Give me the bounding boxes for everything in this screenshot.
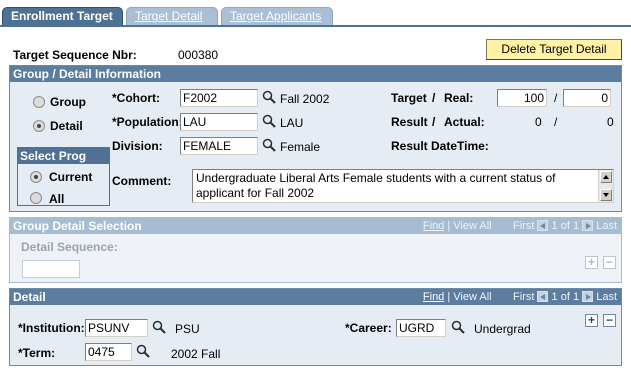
division-label: Division: bbox=[112, 139, 163, 153]
nav-bar: | bbox=[447, 291, 451, 303]
target-seq-label: Target Sequence Nbr: bbox=[13, 48, 137, 62]
detail-title: Detail bbox=[13, 290, 46, 304]
group-detail-selection-title: Group Detail Selection bbox=[13, 219, 142, 233]
first-label: First bbox=[513, 291, 535, 303]
comment-scrollbar[interactable] bbox=[598, 170, 613, 202]
career-label: *Career: bbox=[345, 321, 392, 335]
target-real-sep: / bbox=[554, 91, 558, 105]
cohort-desc: Fall 2002 bbox=[280, 92, 330, 106]
find-link[interactable]: Find bbox=[423, 220, 444, 232]
detail-nav: Find | View All First 1 of 1 Last bbox=[423, 289, 617, 305]
population-lookup-icon[interactable] bbox=[262, 114, 276, 128]
scroll-up-icon[interactable] bbox=[600, 171, 612, 183]
group-detail-info-body: Group Detail Select Prog Current All *Co… bbox=[10, 82, 621, 211]
scroll-down-icon[interactable] bbox=[600, 189, 612, 201]
population-desc: LAU bbox=[280, 116, 304, 130]
target-real-input-2[interactable]: 0 bbox=[563, 89, 611, 107]
target-seq-value: 000380 bbox=[178, 48, 219, 62]
division-input[interactable]: FEMALE bbox=[180, 137, 258, 155]
radio-current[interactable] bbox=[30, 171, 42, 183]
detail-body: *Institution: PSUNV PSU *Career: UGRD Un… bbox=[10, 305, 621, 365]
result-sep: / bbox=[432, 115, 436, 129]
term-input[interactable]: 0475 bbox=[85, 343, 132, 361]
group-detail-info-section: Group / Detail Information Group Detail … bbox=[9, 65, 622, 212]
career-lookup-icon[interactable] bbox=[451, 320, 465, 334]
last-label: Last bbox=[596, 291, 617, 303]
target-sep: / bbox=[432, 91, 436, 105]
select-prog-title: Select Prog bbox=[18, 148, 109, 164]
add-row-icon[interactable]: + bbox=[585, 256, 598, 269]
institution-desc: PSU bbox=[175, 322, 200, 336]
group-detail-selection-header: Group Detail Selection Find | View All F… bbox=[10, 218, 621, 234]
radio-all[interactable] bbox=[30, 192, 42, 204]
view-all-link[interactable]: View All bbox=[453, 291, 491, 303]
prev-arrow-icon[interactable] bbox=[537, 220, 549, 231]
select-prog-box: Select Prog Current All bbox=[17, 147, 110, 206]
population-label: *Population: bbox=[112, 115, 183, 129]
actual-label: Actual: bbox=[444, 115, 485, 129]
first-label: First bbox=[513, 220, 535, 232]
add-detail-icon[interactable]: + bbox=[585, 314, 598, 327]
detail-header: Detail Find | View All First 1 of 1 Last bbox=[10, 289, 621, 305]
term-lookup-icon[interactable] bbox=[136, 344, 150, 358]
prev-arrow-icon[interactable] bbox=[537, 291, 549, 302]
nav-bar: | bbox=[447, 220, 451, 232]
detail-section: Detail Find | View All First 1 of 1 Last… bbox=[9, 288, 622, 366]
group-detail-selection-section: Group Detail Selection Find | View All F… bbox=[9, 217, 622, 283]
tab-target-applicants[interactable]: Target Applicants bbox=[221, 7, 333, 25]
target-label: Target bbox=[391, 91, 427, 105]
group-detail-info-header: Group / Detail Information bbox=[10, 66, 621, 82]
delete-target-detail-button[interactable]: Delete Target Detail bbox=[486, 39, 622, 60]
target-real-input[interactable]: 100 bbox=[497, 89, 547, 107]
row-count: 1 of 1 bbox=[551, 220, 580, 232]
career-desc: Undergrad bbox=[474, 322, 531, 336]
real-label: Real: bbox=[444, 91, 474, 105]
term-desc: 2002 Fall bbox=[171, 347, 221, 361]
division-lookup-icon[interactable] bbox=[262, 138, 276, 152]
result-label: Result bbox=[391, 115, 428, 129]
cohort-label: *Cohort: bbox=[112, 91, 160, 105]
radio-detail[interactable] bbox=[33, 120, 45, 132]
comment-textarea[interactable]: Undergraduate Liberal Arts Female studen… bbox=[192, 169, 614, 203]
institution-input[interactable]: PSUNV bbox=[85, 319, 148, 337]
cohort-input[interactable]: F2002 bbox=[180, 89, 258, 107]
comment-text: Undergraduate Liberal Arts Female studen… bbox=[196, 171, 556, 200]
institution-lookup-icon[interactable] bbox=[152, 320, 166, 334]
row-count: 1 of 1 bbox=[551, 291, 580, 303]
division-desc: Female bbox=[280, 140, 321, 154]
comment-label: Comment: bbox=[112, 174, 172, 188]
result-actual-1: 0 bbox=[535, 115, 542, 129]
result-actual-sep: / bbox=[554, 115, 558, 129]
next-arrow-icon[interactable] bbox=[582, 291, 594, 302]
last-label: Last bbox=[596, 220, 617, 232]
group-detail-selection-body: Detail Sequence: + − bbox=[10, 234, 621, 282]
delete-row-icon[interactable]: − bbox=[603, 256, 616, 269]
detail-sequence-label: Detail Sequence: bbox=[21, 240, 118, 254]
detail-sequence-input[interactable] bbox=[22, 260, 80, 278]
tab-underline bbox=[0, 25, 631, 27]
delete-detail-icon[interactable]: − bbox=[603, 314, 616, 327]
career-input[interactable]: UGRD bbox=[396, 319, 446, 337]
population-input[interactable]: LAU bbox=[180, 113, 258, 131]
group-detail-nav: Find | View All First 1 of 1 Last bbox=[423, 218, 617, 234]
radio-all-label: All bbox=[49, 192, 65, 206]
view-all-link[interactable]: View All bbox=[453, 220, 491, 232]
institution-label: *Institution: bbox=[18, 321, 85, 335]
term-label: *Term: bbox=[18, 346, 56, 360]
radio-detail-label: Detail bbox=[50, 119, 83, 133]
radio-group[interactable] bbox=[33, 96, 45, 108]
result-datetime-label: Result DateTime: bbox=[391, 139, 489, 153]
tab-enrollment-target[interactable]: Enrollment Target bbox=[2, 7, 123, 26]
radio-group-label: Group bbox=[50, 95, 86, 109]
next-arrow-icon[interactable] bbox=[582, 220, 594, 231]
tab-target-detail[interactable]: Target Detail bbox=[126, 7, 218, 25]
find-link[interactable]: Find bbox=[423, 291, 444, 303]
result-actual-2: 0 bbox=[607, 115, 614, 129]
cohort-lookup-icon[interactable] bbox=[262, 90, 276, 104]
radio-current-label: Current bbox=[49, 170, 93, 184]
